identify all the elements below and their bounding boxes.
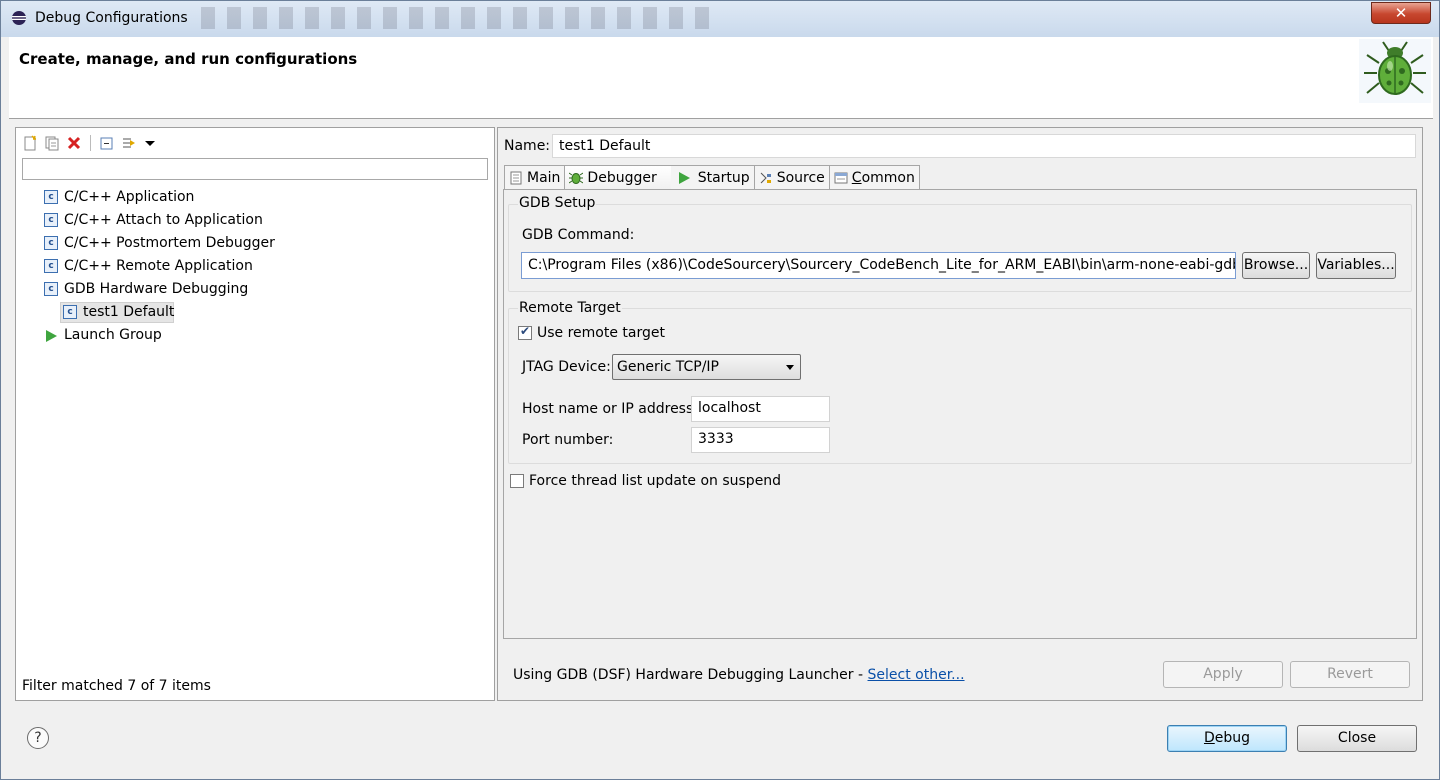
window-close-button[interactable]: ✕ <box>1371 2 1431 24</box>
eclipse-icon <box>12 11 26 25</box>
debug-button[interactable]: Debug <box>1167 725 1287 752</box>
config-tabs: Main Debugger Startup Source Common <box>504 165 920 190</box>
revert-button[interactable]: Revert <box>1290 661 1410 688</box>
filter-config-icon[interactable] <box>121 135 137 151</box>
tree-item-label: C/C++ Application <box>64 189 195 205</box>
collapse-all-icon[interactable] <box>99 135 115 151</box>
browse-button[interactable]: Browse... <box>1242 252 1310 279</box>
configuration-editor-panel: Name: test1 Default Main Debugger Startu… <box>497 127 1423 701</box>
gdb-command-field[interactable]: C:\Program Files (x86)\CodeSourcery\Sour… <box>521 252 1236 279</box>
force-thread-update-label: Force thread list update on suspend <box>529 473 782 489</box>
toolbar-separator <box>90 135 91 151</box>
port-label: Port number: <box>522 432 614 448</box>
tab-label: Main <box>527 169 561 186</box>
tree-item-c-cpp-postmortem[interactable]: c C/C++ Postmortem Debugger <box>16 232 494 255</box>
filter-input[interactable] <box>22 158 488 180</box>
jtag-device-value: Generic TCP/IP <box>617 359 719 375</box>
c-config-icon: c <box>63 305 77 319</box>
debugger-tab-icon <box>569 172 584 184</box>
tree-item-label: C/C++ Attach to Application <box>64 212 263 228</box>
tab-main[interactable]: Main <box>504 165 566 189</box>
filter-status-text: Filter matched 7 of 7 items <box>22 678 211 694</box>
tree-item-label: C/C++ Postmortem Debugger <box>64 235 275 251</box>
apply-button[interactable]: Apply <box>1163 661 1283 688</box>
tree-item-label: GDB Hardware Debugging <box>64 281 249 297</box>
tab-label-rest: ommon <box>861 169 915 186</box>
common-tab-icon <box>834 172 848 183</box>
source-tab-icon <box>760 172 771 183</box>
duplicate-config-icon[interactable] <box>44 135 60 151</box>
c-config-icon: c <box>44 190 58 204</box>
tree-item-test1-default[interactable]: c test1 Default <box>16 301 494 324</box>
gdb-command-label: GDB Command: <box>522 227 635 243</box>
configuration-list-panel: c C/C++ Application c C/C++ Attach to Ap… <box>15 127 495 701</box>
remote-target-title: Remote Target <box>518 300 622 316</box>
title-bar: Debug Configurations ✕ <box>1 1 1439 37</box>
use-remote-target-checkbox[interactable] <box>518 324 532 340</box>
jtag-device-select[interactable]: Generic TCP/IP <box>612 354 801 380</box>
tree-item-c-cpp-remote[interactable]: c C/C++ Remote Application <box>16 255 494 278</box>
tab-source[interactable]: Source <box>753 165 830 189</box>
tree-item-label: Launch Group <box>64 327 162 343</box>
tab-label: Source <box>776 169 825 186</box>
c-config-icon: c <box>44 236 58 250</box>
tree-item-gdb-hardware-debugging[interactable]: c GDB Hardware Debugging <box>16 278 494 301</box>
gdb-setup-title: GDB Setup <box>518 195 597 211</box>
host-label: Host name or IP address: <box>522 401 698 417</box>
name-label: Name: <box>504 138 551 154</box>
tab-label: Common <box>851 169 915 186</box>
close-button[interactable]: Close <box>1297 725 1417 752</box>
header-banner: Create, manage, and run configurations <box>9 37 1433 119</box>
debugger-tab-content: GDB Setup GDB Command: C:\Program Files … <box>503 189 1417 639</box>
select-other-link[interactable]: Select other... <box>868 667 965 683</box>
debug-bug-icon <box>1359 39 1431 103</box>
banner-heading: Create, manage, and run configurations <box>19 50 358 68</box>
tab-debugger[interactable]: Debugger <box>564 165 672 190</box>
use-remote-target-label: Use remote target <box>537 325 665 341</box>
tree-item-c-cpp-attach[interactable]: c C/C++ Attach to Application <box>16 209 494 232</box>
launcher-text: Using GDB (DSF) Hardware Debugging Launc… <box>513 667 868 683</box>
tree-item-c-cpp-application[interactable]: c C/C++ Application <box>16 186 494 209</box>
name-field[interactable]: test1 Default <box>552 134 1416 158</box>
port-input[interactable]: 3333 <box>691 427 830 453</box>
tree-item-launch-group[interactable]: Launch Group <box>16 324 494 347</box>
main-tab-icon <box>510 171 522 184</box>
c-config-icon: c <box>44 282 58 296</box>
launch-group-icon <box>46 330 57 342</box>
tree-item-label: test1 Default <box>83 304 175 320</box>
tab-common[interactable]: Common <box>828 165 920 189</box>
background-toolbar-ghost <box>201 7 721 29</box>
host-input[interactable]: localhost <box>691 396 830 422</box>
tree-item-label: C/C++ Remote Application <box>64 258 253 274</box>
debug-configurations-dialog: Debug Configurations ✕ Create, manage, a… <box>0 0 1440 780</box>
launcher-info: Using GDB (DSF) Hardware Debugging Launc… <box>513 667 965 683</box>
tab-label: Debugger <box>587 170 657 186</box>
configuration-tree: c C/C++ Application c C/C++ Attach to Ap… <box>16 186 494 347</box>
delete-config-icon[interactable] <box>66 135 82 151</box>
c-config-icon: c <box>44 213 58 227</box>
help-icon[interactable]: ? <box>27 727 49 749</box>
config-toolbar <box>22 132 155 154</box>
startup-tab-icon <box>678 171 690 184</box>
c-config-icon: c <box>44 259 58 273</box>
chevron-down-icon <box>786 365 794 370</box>
window-title: Debug Configurations <box>35 10 188 26</box>
new-config-icon[interactable] <box>22 135 38 151</box>
force-thread-update-checkbox[interactable] <box>510 474 524 488</box>
filter-menu-chevron-icon[interactable] <box>145 140 155 146</box>
variables-button[interactable]: Variables... <box>1316 252 1396 279</box>
jtag-device-label: JTAG Device: <box>522 359 611 375</box>
tab-startup[interactable]: Startup <box>670 165 755 189</box>
tab-label: Startup <box>697 169 750 186</box>
